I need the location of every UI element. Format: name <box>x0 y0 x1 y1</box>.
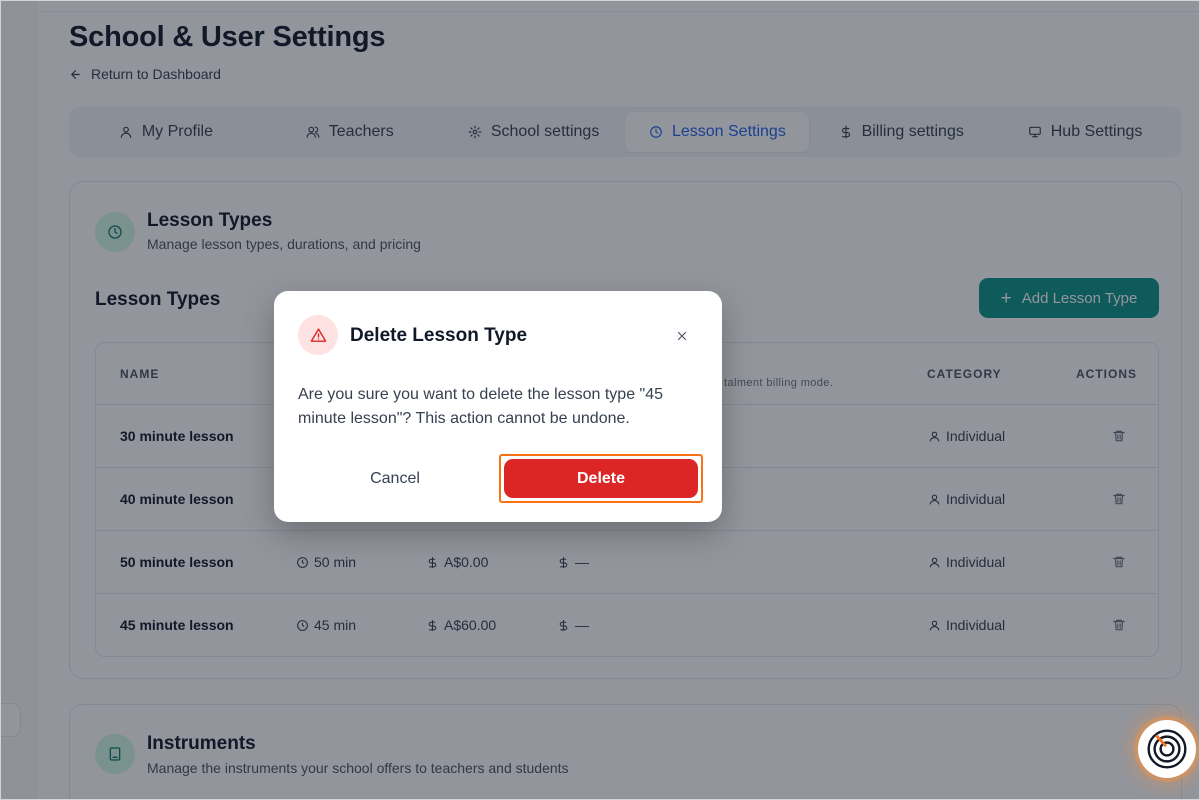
dialog-message: Are you sure you want to delete the less… <box>298 386 664 427</box>
target-logo-icon <box>1147 729 1187 769</box>
warning-icon-badge <box>298 315 338 355</box>
delete-button[interactable]: Delete <box>504 459 698 498</box>
close-icon[interactable] <box>673 327 691 345</box>
dialog-title: Delete Lesson Type <box>350 325 528 346</box>
assistant-launcher[interactable] <box>1138 720 1196 778</box>
cancel-button[interactable]: Cancel <box>298 458 492 500</box>
app-frame: School & User Settings Return to Dashboa… <box>0 0 1200 800</box>
warning-icon <box>310 327 326 342</box>
delete-lesson-type-dialog: Delete Lesson Type Are you sure you want… <box>274 291 722 522</box>
